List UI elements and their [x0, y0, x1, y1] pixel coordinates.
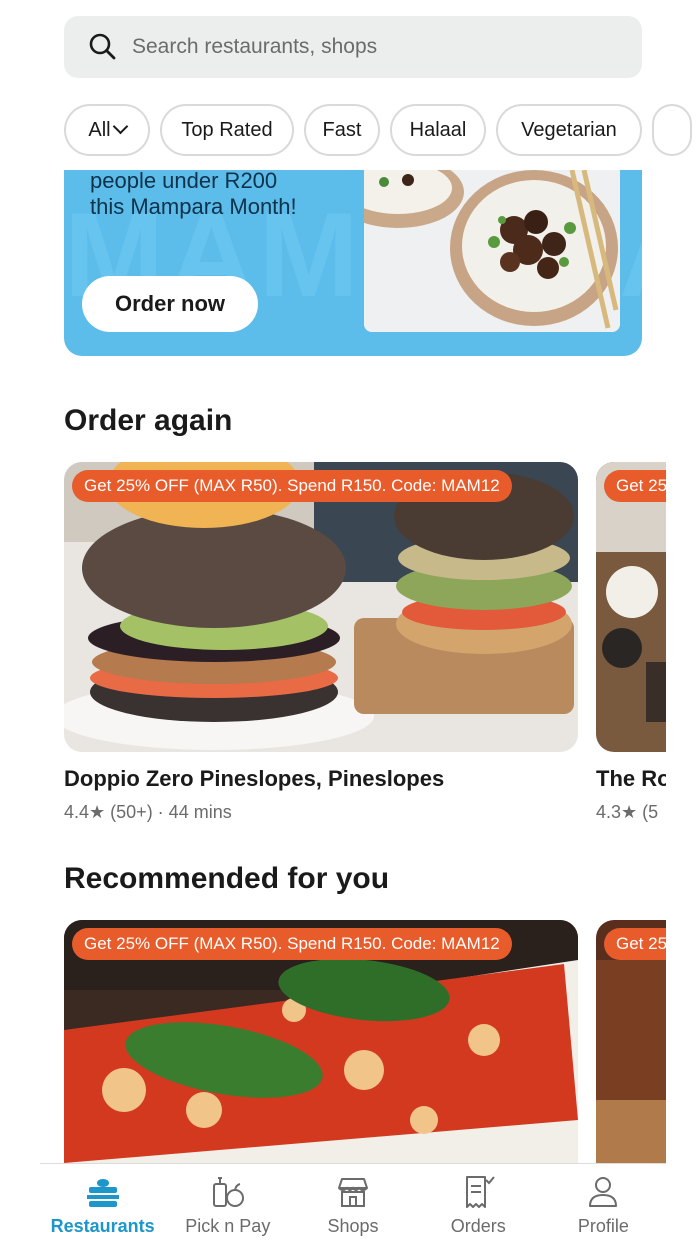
section-title-recommended: Recommended for you — [64, 862, 390, 895]
filter-chip-top-rated[interactable]: Top Rated — [160, 104, 294, 156]
nav-label: Shops — [327, 1216, 379, 1236]
restaurant-image — [596, 462, 666, 752]
profile-icon — [589, 1177, 618, 1207]
filter-chip-label: Top Rated — [181, 118, 273, 141]
filter-chip-more[interactable] — [652, 104, 692, 156]
search-input[interactable] — [132, 35, 612, 59]
search-bar[interactable] — [64, 16, 642, 78]
filter-chip-vegetarian[interactable]: Vegetarian — [496, 104, 642, 156]
nav-item-pick-n-pay[interactable]: Pick n Pay — [165, 1164, 290, 1244]
restaurant-card[interactable]: Get 25% OFF (MAX R50). Spend R150. Code:… — [64, 920, 578, 1163]
restaurant-card[interactable]: Get 25% OFF (MAX R50). Spend R150. Code:… — [64, 462, 578, 752]
nav-item-profile[interactable]: Profile — [541, 1164, 666, 1244]
filter-chip-label: Vegetarian — [521, 118, 617, 141]
nav-label: Orders — [450, 1216, 506, 1236]
promo-banner[interactable]: MAMPARA people under R200 this Mampara M… — [64, 170, 642, 356]
promo-badge: Get 25% OFF (MAX R50). Spend R150. Code:… — [72, 928, 512, 960]
filter-chip-fast[interactable]: Fast — [304, 104, 380, 156]
search-icon — [89, 33, 116, 60]
banner-text-line1: people under R200 — [90, 170, 278, 193]
orders-icon — [466, 1176, 495, 1208]
restaurant-meta: 4.4★ (50+) · 44 mins — [64, 802, 232, 822]
promo-badge: Get 25% OFF (MAX R50). Spend R150. Code:… — [72, 470, 512, 502]
filter-chip-label: Halaal — [409, 118, 467, 141]
filter-chip-label: Fast — [322, 118, 362, 141]
promo-badge: Get 25 — [604, 928, 666, 960]
nav-label: Profile — [577, 1216, 629, 1236]
nav-item-orders[interactable]: Orders — [416, 1164, 541, 1244]
nav-item-restaurants[interactable]: Restaurants — [40, 1164, 165, 1244]
filter-chip-halaal[interactable]: Halaal — [390, 104, 486, 156]
restaurant-name[interactable]: Doppio Zero Pineslopes, Pineslopes — [64, 766, 444, 792]
promo-badge: Get 25 — [604, 470, 666, 502]
chevron-down-icon — [112, 118, 128, 134]
order-now-button[interactable]: Order now — [82, 276, 258, 332]
restaurant-card[interactable]: Get 25 — [596, 462, 666, 752]
filter-chips: All Top Rated Fast Halaal Vegetarian — [64, 104, 700, 158]
section-title-order-again: Order again — [64, 404, 233, 437]
filter-chip-label: All — [88, 118, 111, 141]
restaurants-icon — [86, 1179, 119, 1207]
nav-label: Restaurants — [50, 1216, 155, 1236]
restaurant-card[interactable]: Get 25 — [596, 920, 666, 1163]
restaurant-image — [64, 462, 578, 752]
restaurant-name[interactable]: The Ro — [596, 766, 666, 792]
nav-label: Pick n Pay — [185, 1216, 271, 1236]
banner-food-image — [364, 170, 620, 332]
restaurant-meta: 4.3★ (5 — [596, 802, 659, 822]
shops-icon — [338, 1178, 368, 1207]
nav-item-shops[interactable]: Shops — [290, 1164, 415, 1244]
filter-chip-all[interactable]: All — [64, 104, 150, 156]
banner-text-line2: this Mampara Month! — [90, 194, 297, 219]
bottom-nav: Restaurants Pick n Pay Shops Orders Prof… — [40, 1163, 666, 1244]
pick-n-pay-icon — [212, 1177, 244, 1207]
